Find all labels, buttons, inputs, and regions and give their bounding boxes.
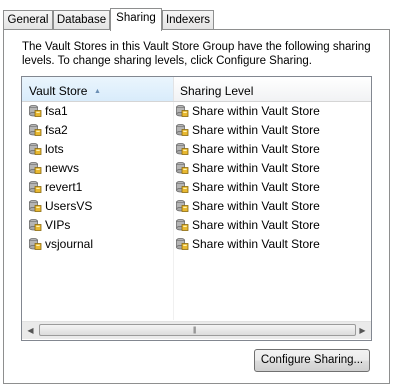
sharing-level-cell: Share within Vault Store [175,121,369,140]
table-row[interactable]: lots Share within Vault Store [22,140,371,159]
sharing-level-cell: Share within Vault Store [175,216,369,235]
sharing-level-icon [175,161,189,175]
sharing-level-text: Share within Vault Store [192,218,320,232]
vault-store-name: VIPs [45,218,71,232]
sharing-level-icon [175,180,189,194]
table-row[interactable]: vsjournal Share within Vault Store [22,235,371,254]
vault-store-cell: revert1 [28,178,173,197]
sharing-level-cell: Share within Vault Store [175,102,369,121]
configure-sharing-button[interactable]: Configure Sharing... [254,349,370,372]
vault-store-icon [28,142,42,156]
table-row[interactable]: VIPs Share within Vault Store [22,216,371,235]
scroll-left-icon[interactable]: ◀ [22,322,39,339]
vault-store-icon [28,237,42,251]
vault-store-cell: newvs [28,159,173,178]
vault-store-icon [28,104,42,118]
vault-store-icon [28,180,42,194]
scrollbar-thumb[interactable]: ||| [39,324,356,336]
vault-store-icon [28,218,42,232]
vault-store-name: fsa2 [45,123,68,137]
vault-store-cell: vsjournal [28,235,173,254]
vault-store-cell: fsa2 [28,121,173,140]
vault-store-cell: lots [28,140,173,159]
vault-store-cell: fsa1 [28,102,173,121]
sharing-level-icon [175,123,189,137]
sharing-level-text: Share within Vault Store [192,142,320,156]
tab-sharing[interactable]: Sharing [110,8,162,31]
column-header-label: Sharing Level [180,84,254,98]
vault-store-icon [28,123,42,137]
table-row[interactable]: fsa1 Share within Vault Store [22,102,371,121]
sharing-level-icon [175,218,189,232]
grip-icon: ||| [193,327,197,334]
sharing-level-icon [175,199,189,213]
sharing-level-cell: Share within Vault Store [175,178,369,197]
sharing-level-text: Share within Vault Store [192,237,320,251]
sharing-level-cell: Share within Vault Store [175,235,369,254]
vault-store-cell: VIPs [28,216,173,235]
vault-store-name: lots [45,142,64,156]
list-header: Vault Store ▲ Sharing Level [22,77,371,102]
column-header-label: Vault Store [29,84,88,98]
sharing-level-text: Share within Vault Store [192,123,320,137]
sharing-level-icon [175,237,189,251]
vault-store-name: UsersVS [45,199,93,213]
vault-store-icon [28,161,42,175]
sharing-level-cell: Share within Vault Store [175,140,369,159]
sharing-description: The Vault Stores in this Vault Store Gro… [22,41,371,67]
tab-general[interactable]: General [3,10,53,29]
column-header-vault-store[interactable]: Vault Store ▲ [22,77,174,101]
sharing-level-cell: Share within Vault Store [175,159,369,178]
tab-indexers[interactable]: Indexers [162,10,214,29]
table-row[interactable]: fsa2 Share within Vault Store [22,121,371,140]
sharing-level-text: Share within Vault Store [192,199,320,213]
list-rows: fsa1 Share within Vault Store fsa2 Share wi… [22,102,371,254]
vault-store-name: vsjournal [45,237,94,251]
vault-store-icon [28,199,42,213]
sharing-level-text: Share within Vault Store [192,180,320,194]
horizontal-scrollbar[interactable]: ◀ ||| ▶ [22,321,371,339]
tab-strip: General Database Sharing Indexers [3,8,391,31]
sharing-level-text: Share within Vault Store [192,161,320,175]
scroll-right-icon[interactable]: ▶ [354,322,371,339]
column-header-sharing-level[interactable]: Sharing Level [174,77,371,101]
table-row[interactable]: revert1 Share within Vault Store [22,178,371,197]
sharing-level-icon [175,142,189,156]
sharing-level-text: Share within Vault Store [192,104,320,118]
sharing-level-icon [175,104,189,118]
table-row[interactable]: newvs Share within Vault Store [22,159,371,178]
sharing-level-cell: Share within Vault Store [175,197,369,216]
vault-store-name: revert1 [45,180,83,194]
vault-store-name: newvs [45,161,80,175]
vault-store-cell: UsersVS [28,197,173,216]
table-row[interactable]: UsersVS Share within Vault Store [22,197,371,216]
vault-store-list[interactable]: Vault Store ▲ Sharing Level fsa1 Share wi… [21,76,372,341]
vault-store-name: fsa1 [45,104,68,118]
tab-database[interactable]: Database [53,10,110,29]
